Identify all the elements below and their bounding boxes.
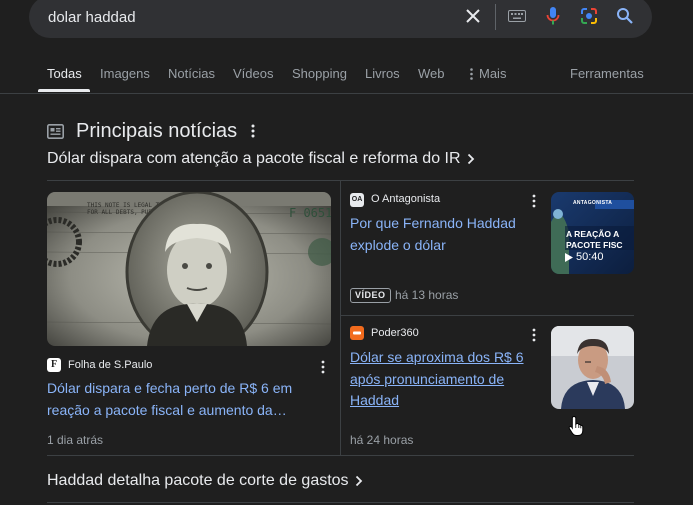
next-story-link[interactable]: Haddad detalha pacote de corte de gastos xyxy=(47,472,363,490)
article-time: há 13 horas xyxy=(395,288,459,302)
play-icon xyxy=(565,252,573,262)
hand-cursor-icon xyxy=(568,415,584,436)
section-more-icon[interactable] xyxy=(248,124,258,138)
story-subtitle: Dólar dispara com atenção a pacote fisca… xyxy=(47,150,461,167)
search-tabs: Todas Imagens Notícias Vídeos Shopping L… xyxy=(0,0,693,94)
divider xyxy=(341,315,634,316)
headline-line: Haddad xyxy=(350,392,400,408)
article-headline-link[interactable]: Dólar se aproxima dos R$ 6 após pronunci… xyxy=(350,347,540,412)
article-headline-link[interactable]: Por que Fernando Haddad explode o dólar xyxy=(350,213,540,256)
tab-livros[interactable]: Livros xyxy=(365,66,400,81)
tab-todas[interactable]: Todas xyxy=(47,66,82,81)
thumb-text: PACOTE FISC xyxy=(566,240,623,250)
folha-logo: F xyxy=(47,358,61,372)
svg-text:F 0651: F 0651 xyxy=(289,206,331,220)
headline-line: explode o dólar xyxy=(350,236,446,253)
headline-line: reação a pacote fiscal e aumento da… xyxy=(47,401,287,418)
news-icon xyxy=(47,124,64,139)
next-story-title: Haddad detalha pacote de corte de gastos xyxy=(47,472,349,489)
tab-videos[interactable]: Vídeos xyxy=(233,66,273,81)
headline-line: Dólar se aproxima dos R$ 6 xyxy=(350,349,524,365)
more-vert-icon xyxy=(470,67,473,80)
chevron-right-icon xyxy=(467,153,474,165)
section-title: Principais notícias xyxy=(76,120,238,142)
article-time: há 24 horas xyxy=(350,433,414,447)
tab-noticias[interactable]: Notícias xyxy=(168,66,215,81)
divider xyxy=(47,502,634,503)
story-subtitle-link[interactable]: Dólar dispara com atenção a pacote fisca… xyxy=(47,150,475,168)
headline-line: Por que Fernando Haddad xyxy=(350,215,516,231)
more-options-icon[interactable] xyxy=(529,194,539,208)
antagonista-logo: OA xyxy=(350,193,364,207)
video-duration: 50:40 xyxy=(565,251,604,263)
article-headline-link[interactable]: Dólar dispara e fecha perto de R$ 6 em r… xyxy=(47,378,327,421)
thumb-tag: ANTAGONISTA xyxy=(573,200,613,206)
tab-mais-label: Mais xyxy=(479,66,507,81)
column-divider xyxy=(340,181,341,455)
thumb-text: A REAÇÃO A xyxy=(566,229,620,239)
tab-shopping[interactable]: Shopping xyxy=(292,66,347,81)
duration-label: 50:40 xyxy=(576,251,604,263)
video-badge: VÍDEO xyxy=(350,288,391,303)
dollar-bill-image[interactable]: THIS NOTE IS LEGAL TENDER FOR ALL DEBTS,… xyxy=(47,192,331,346)
more-options-icon[interactable] xyxy=(529,328,539,342)
source-name: Folha de S.Paulo xyxy=(68,359,153,371)
tab-web[interactable]: Web xyxy=(418,66,445,81)
haddad-photo[interactable] xyxy=(551,326,634,409)
article-time: 1 dia atrás xyxy=(47,433,104,447)
tools-button[interactable]: Ferramentas xyxy=(570,66,644,81)
tab-imagens[interactable]: Imagens xyxy=(100,66,150,81)
chevron-right-icon xyxy=(355,475,362,487)
divider xyxy=(47,455,634,456)
source-name: Poder360 xyxy=(371,327,419,339)
more-options-icon[interactable] xyxy=(318,360,328,374)
headline-line: Dólar dispara e fecha perto de R$ 6 em xyxy=(47,380,293,396)
active-tab-indicator xyxy=(38,89,90,92)
poder360-logo xyxy=(350,326,364,340)
headline-line: após pronunciamento de xyxy=(350,370,505,387)
source-name: O Antagonista xyxy=(371,193,441,205)
tab-mais[interactable]: Mais xyxy=(470,66,506,81)
